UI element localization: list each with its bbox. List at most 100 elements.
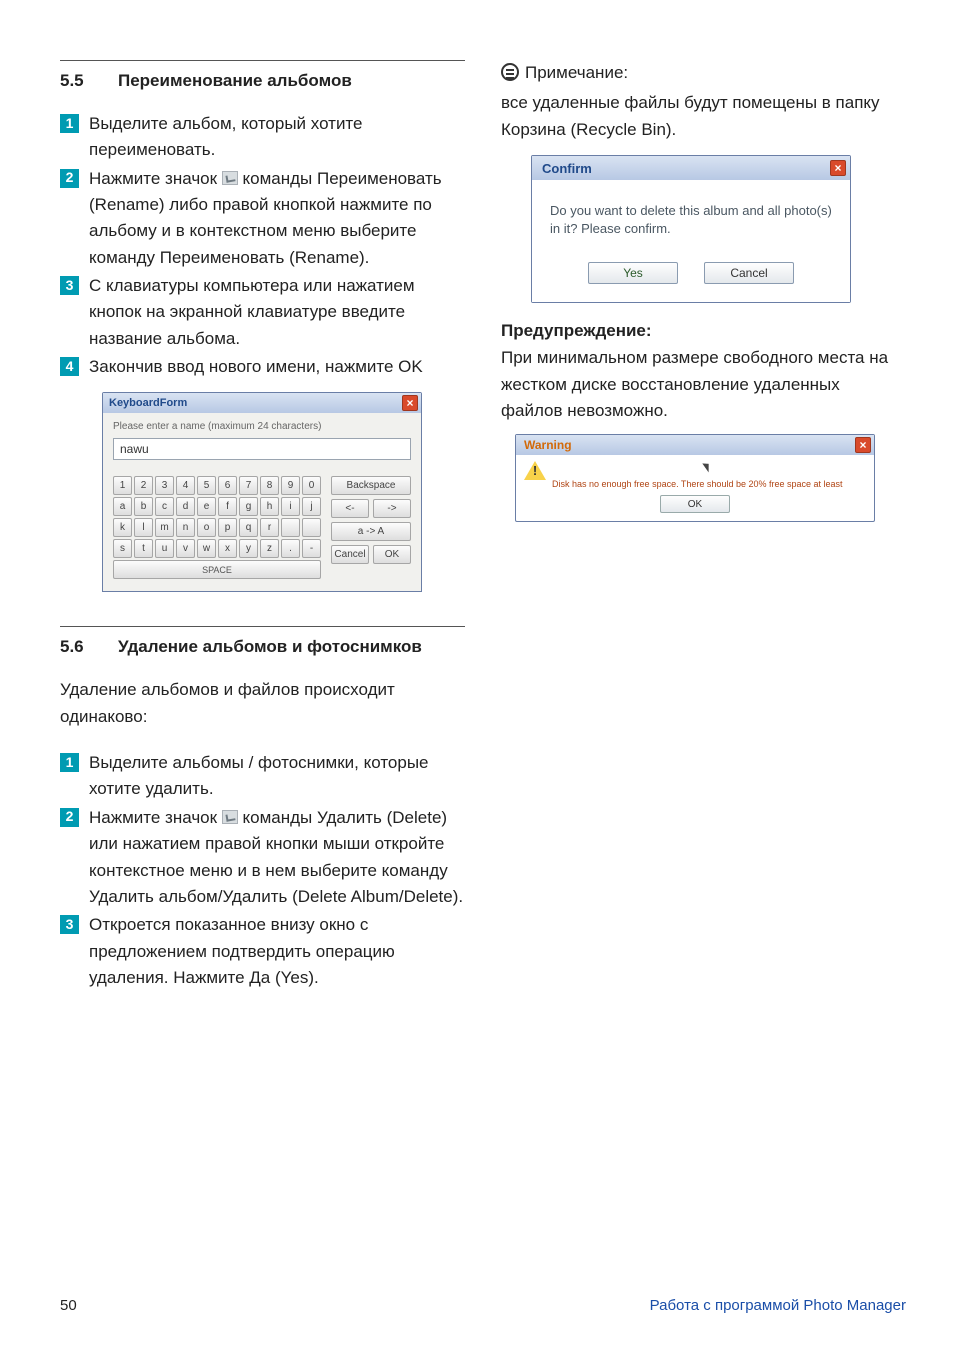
keyboard-key[interactable]: z: [260, 539, 279, 558]
keyboard-key[interactable]: u: [155, 539, 174, 558]
keyboard-key[interactable]: w: [197, 539, 216, 558]
note-label: Примечание:: [525, 60, 628, 86]
space-key[interactable]: SPACE: [113, 560, 321, 579]
arrow-right-key[interactable]: ->: [373, 499, 411, 518]
keyboard-key[interactable]: m: [155, 518, 174, 537]
rule: [60, 626, 465, 627]
page-number: 50: [60, 1297, 77, 1314]
step-badge: 3: [60, 915, 79, 934]
warning-body: При минимальном размере свободного места…: [501, 345, 906, 424]
step-badge: 1: [60, 114, 79, 133]
list-item: 2 Нажмите значок команды Переименовать (…: [60, 166, 465, 271]
keyboard-key[interactable]: 0: [302, 476, 321, 495]
rule: [60, 60, 465, 61]
list-item: 1 Выделите альбом, который хотите переим…: [60, 111, 465, 164]
keyboard-key[interactable]: x: [218, 539, 237, 558]
window-title: KeyboardForm: [109, 397, 187, 409]
list-item: 2 Нажмите значок команды Удалить (Delete…: [60, 805, 465, 910]
case-toggle-key[interactable]: a -> A: [331, 522, 411, 541]
ok-button[interactable]: OK: [660, 495, 730, 513]
section-number: 5.6: [60, 637, 94, 657]
keyboard-key[interactable]: -: [302, 539, 321, 558]
keyboard-key[interactable]: p: [218, 518, 237, 537]
intro-text: Удаление альбомов и файлов происходит од…: [60, 677, 465, 730]
rename-icon: [222, 171, 238, 185]
keyboard-key[interactable]: d: [176, 497, 195, 516]
keyboard-key[interactable]: h: [260, 497, 279, 516]
titlebar: Confirm ×: [532, 156, 850, 180]
keyboard-key[interactable]: 5: [197, 476, 216, 495]
backspace-key[interactable]: Backspace: [331, 476, 411, 495]
section-55-steps: 1 Выделите альбом, который хотите переим…: [60, 111, 465, 380]
keyboard-key[interactable]: 3: [155, 476, 174, 495]
step-text: Откроется показанное внизу окно с предло…: [89, 912, 465, 991]
cancel-button[interactable]: Cancel: [704, 262, 794, 284]
step-text: Выделите альбомы / фотоснимки, которые х…: [89, 750, 465, 803]
side-keys: Backspace <- -> a -> A Cancel OK: [331, 476, 411, 581]
keyboard-key[interactable]: 9: [281, 476, 300, 495]
titlebar: Warning ×: [516, 435, 874, 455]
step-badge: 1: [60, 753, 79, 772]
keyboard-form-figure: KeyboardForm × Please enter a name (maxi…: [60, 382, 465, 592]
step-text: Выделите альбом, который хотите переимен…: [89, 111, 465, 164]
keyboard-key[interactable]: t: [134, 539, 153, 558]
keyboard-key[interactable]: l: [134, 518, 153, 537]
list-item: 3 Откроется показанное внизу окно с пред…: [60, 912, 465, 991]
note: Примечание:: [501, 60, 906, 86]
step-text: Нажмите значок команды Переименовать (Re…: [89, 166, 465, 271]
cancel-button[interactable]: Cancel: [331, 545, 369, 564]
keyboard-key[interactable]: f: [218, 497, 237, 516]
keyboard-key[interactable]: s: [113, 539, 132, 558]
step-text: Закончив ввод нового имени, нажмите OK: [89, 354, 465, 380]
keyboard-key[interactable]: 1: [113, 476, 132, 495]
keyboard-key[interactable]: n: [176, 518, 195, 537]
keyboard-key[interactable]: y: [239, 539, 258, 558]
keyboard-key[interactable]: [302, 518, 321, 537]
keyboard-key[interactable]: k: [113, 518, 132, 537]
keyboard-key[interactable]: q: [239, 518, 258, 537]
keyboard-key[interactable]: i: [281, 497, 300, 516]
keyboard-key[interactable]: 8: [260, 476, 279, 495]
confirm-dialog: Confirm × Do you want to delete this alb…: [531, 155, 851, 303]
keyboard-key[interactable]: 6: [218, 476, 237, 495]
yes-button[interactable]: Yes: [588, 262, 678, 284]
keyboard-key[interactable]: j: [302, 497, 321, 516]
keyboard-key[interactable]: 2: [134, 476, 153, 495]
name-input[interactable]: [113, 438, 411, 460]
dialog-title: Confirm: [542, 161, 592, 176]
keyboard-key[interactable]: r: [260, 518, 279, 537]
step-text: Нажмите значок команды Удалить (Delete) …: [89, 805, 465, 910]
keyboard-key[interactable]: v: [176, 539, 195, 558]
right-column: Примечание: все удаленные файлы будут по…: [501, 60, 906, 993]
section-55-heading: 5.5 Переименование альбомов: [60, 71, 465, 91]
arrow-left-key[interactable]: <-: [331, 499, 369, 518]
dialog-title: Warning: [524, 438, 572, 452]
cursor-icon: [703, 461, 715, 475]
titlebar: KeyboardForm ×: [103, 393, 421, 413]
keyboard-key[interactable]: e: [197, 497, 216, 516]
ok-button[interactable]: OK: [373, 545, 411, 564]
keyboard-key[interactable]: o: [197, 518, 216, 537]
section-56-steps: 1 Выделите альбомы / фотоснимки, которые…: [60, 750, 465, 991]
keyboard-key[interactable]: 4: [176, 476, 195, 495]
keyboard-key[interactable]: a: [113, 497, 132, 516]
close-icon[interactable]: ×: [855, 437, 871, 453]
keyboard-key[interactable]: [281, 518, 300, 537]
section-number: 5.5: [60, 71, 94, 91]
warning-heading: Предупреждение:: [501, 321, 906, 341]
step-badge: 2: [60, 169, 79, 188]
warning-dialog: Warning × Disk has no enough free space.…: [515, 434, 875, 522]
keyboard-key[interactable]: b: [134, 497, 153, 516]
keyboard-key[interactable]: 7: [239, 476, 258, 495]
keyboard-key[interactable]: g: [239, 497, 258, 516]
dialog-message: Disk has no enough free space. There sho…: [552, 477, 866, 489]
confirm-figure: Confirm × Do you want to delete this alb…: [501, 143, 906, 303]
section-title: Удаление альбомов и фотоснимков: [118, 637, 465, 657]
close-icon[interactable]: ×: [830, 160, 846, 176]
keyboard-key[interactable]: .: [281, 539, 300, 558]
dialog-body: Do you want to delete this album and all…: [532, 180, 850, 302]
close-icon[interactable]: ×: [402, 395, 418, 411]
keyboard-key[interactable]: c: [155, 497, 174, 516]
footer-title: Работа с программой Photo Manager: [650, 1297, 906, 1314]
step-badge: 4: [60, 357, 79, 376]
